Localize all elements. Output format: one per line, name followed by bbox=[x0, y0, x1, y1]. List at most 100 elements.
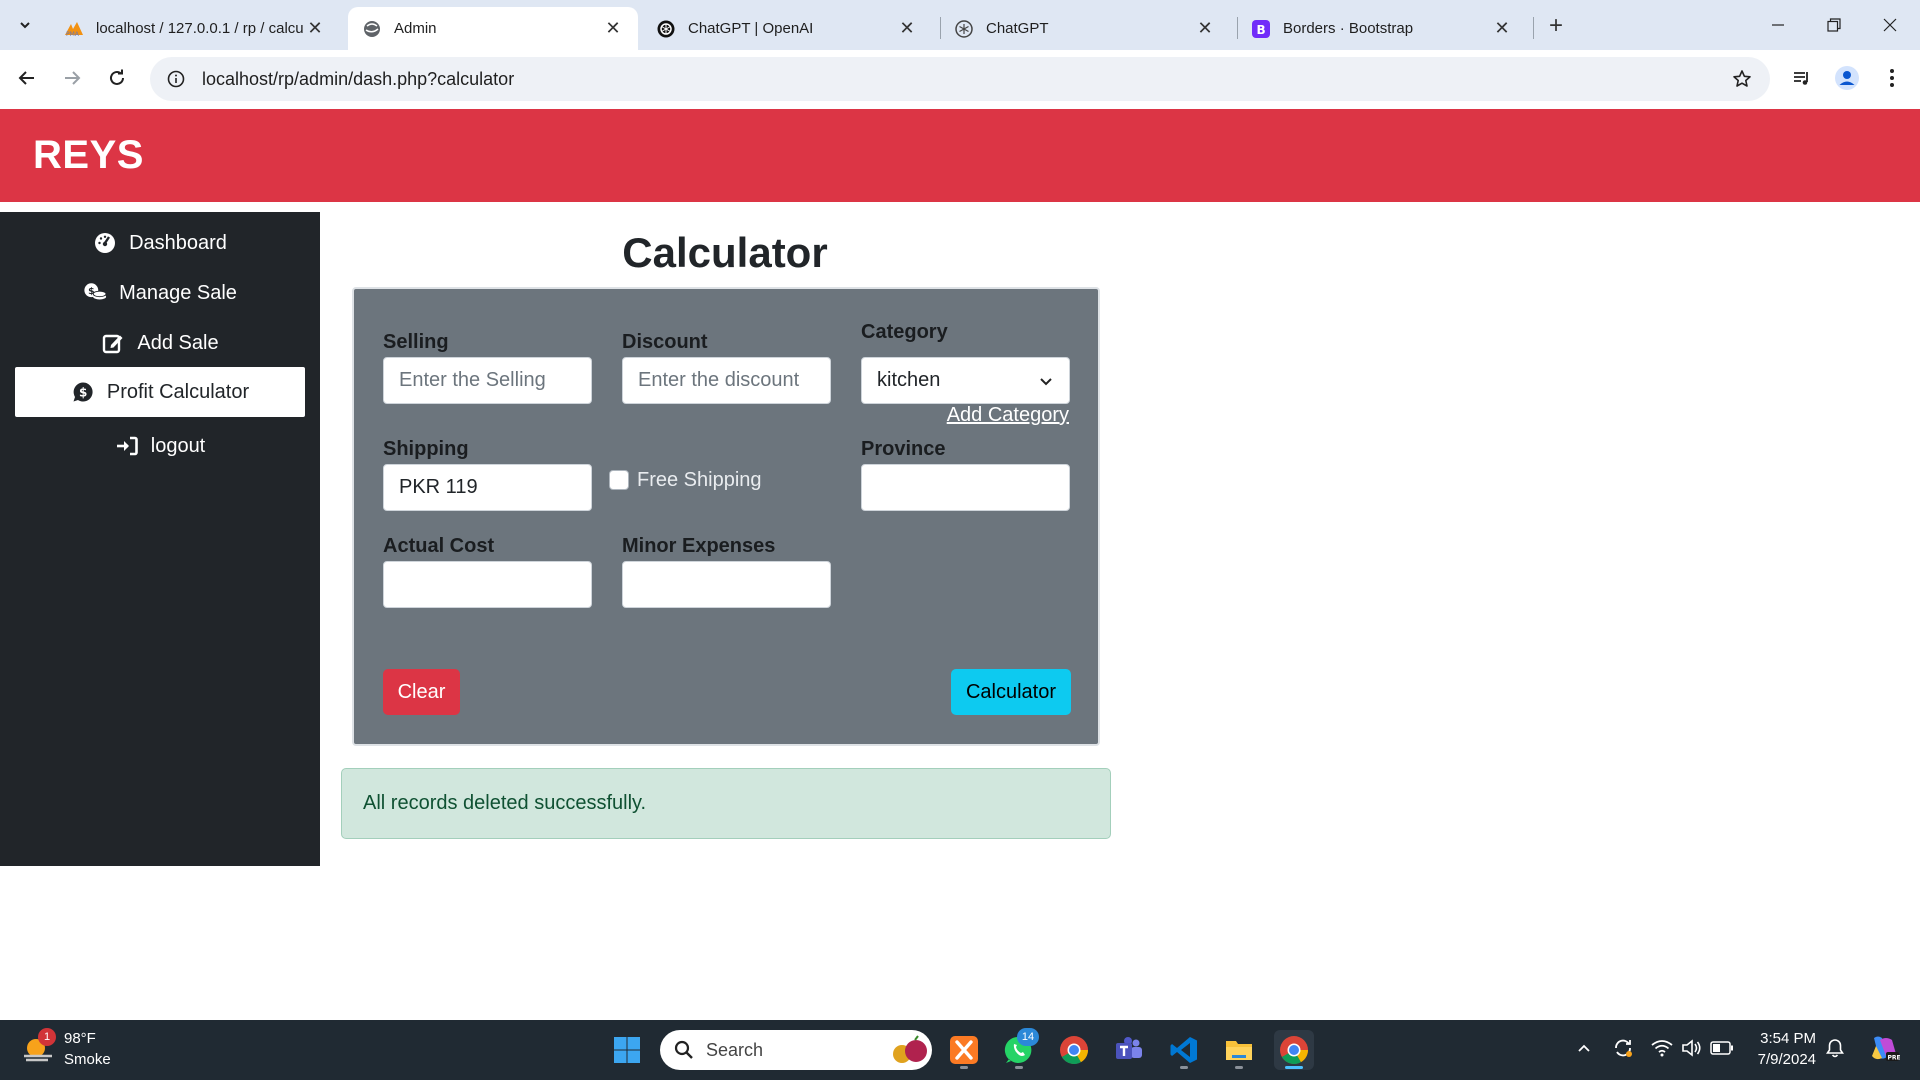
free-shipping-label[interactable]: Free Shipping bbox=[637, 469, 762, 492]
site-info-icon[interactable] bbox=[156, 57, 196, 101]
browser-toolbar: localhost/rp/admin/dash.php?calculator bbox=[0, 50, 1920, 109]
tray-battery[interactable] bbox=[1708, 1034, 1736, 1062]
taskbar-app-chrome-active[interactable] bbox=[1274, 1030, 1314, 1070]
running-indicator bbox=[960, 1066, 968, 1069]
sidebar-item-label: Add Sale bbox=[137, 331, 219, 354]
media-control-button[interactable] bbox=[1784, 60, 1820, 96]
tab-chatgpt[interactable]: ChatGPT ✕ bbox=[940, 7, 1230, 50]
taskbar-search[interactable]: Search bbox=[660, 1030, 932, 1070]
coins-icon: $ bbox=[83, 281, 107, 305]
close-window-button[interactable] bbox=[1862, 0, 1918, 50]
province-input[interactable] bbox=[861, 464, 1070, 511]
tab-phpmyadmin[interactable]: PMA localhost / 127.0.0.1 / rp / calcu ✕ bbox=[50, 7, 340, 50]
tab-title: Borders · Bootstrap bbox=[1283, 20, 1414, 37]
tab-close-icon[interactable]: ✕ bbox=[304, 18, 326, 40]
reload-button[interactable] bbox=[99, 60, 135, 96]
selling-input[interactable] bbox=[383, 357, 592, 404]
add-category-link[interactable]: Add Category bbox=[947, 404, 1069, 427]
tray-overflow-button[interactable] bbox=[1570, 1034, 1598, 1062]
running-indicator bbox=[1180, 1066, 1188, 1069]
tab-search-button[interactable] bbox=[8, 9, 42, 41]
tab-separator bbox=[1533, 17, 1534, 39]
notifications-button[interactable] bbox=[1821, 1034, 1849, 1062]
restore-icon bbox=[1827, 18, 1841, 32]
tab-title: ChatGPT bbox=[986, 20, 1049, 37]
tab-chatgpt-openai[interactable]: ChatGPT | OpenAI ✕ bbox=[642, 7, 932, 50]
minimize-button[interactable] bbox=[1750, 0, 1806, 50]
openai-icon bbox=[656, 19, 676, 39]
taskbar-app-teams[interactable] bbox=[1109, 1030, 1149, 1070]
tray-sync[interactable] bbox=[1609, 1034, 1637, 1062]
clear-button[interactable]: Clear bbox=[383, 669, 460, 715]
actual-cost-input[interactable] bbox=[383, 561, 592, 608]
svg-text:B: B bbox=[1257, 23, 1266, 37]
tab-title: ChatGPT | OpenAI bbox=[688, 20, 814, 37]
bookmark-star-icon[interactable] bbox=[1720, 57, 1764, 101]
sidebar: Dashboard $ Manage Sale Add Sale $ Profi… bbox=[0, 212, 320, 866]
media-queue-icon bbox=[1794, 72, 1808, 85]
chevron-down-icon bbox=[20, 22, 30, 29]
chrome-icon bbox=[1280, 1036, 1308, 1064]
taskbar-app-xampp[interactable] bbox=[944, 1030, 984, 1070]
browser-menu-button[interactable] bbox=[1874, 60, 1910, 96]
shipping-input[interactable] bbox=[383, 464, 592, 511]
tab-close-icon[interactable]: ✕ bbox=[896, 18, 918, 40]
start-button[interactable] bbox=[607, 1030, 647, 1070]
category-select[interactable]: kitchen bbox=[861, 357, 1070, 404]
bootstrap-icon: B bbox=[1251, 19, 1271, 39]
kebab-menu-icon bbox=[1890, 69, 1894, 87]
battery-icon bbox=[1710, 1041, 1733, 1055]
province-label: Province bbox=[861, 438, 946, 460]
vscode-icon bbox=[1170, 1037, 1197, 1063]
tab-close-icon[interactable]: ✕ bbox=[1194, 18, 1216, 40]
openai-icon bbox=[954, 19, 974, 39]
site-brand[interactable]: REYS bbox=[33, 133, 144, 178]
folder-icon bbox=[1226, 1041, 1252, 1060]
tab-bootstrap[interactable]: B Borders · Bootstrap ✕ bbox=[1237, 7, 1527, 50]
search-icon bbox=[674, 1040, 693, 1059]
chevron-up-icon bbox=[1578, 1044, 1590, 1052]
new-tab-button[interactable]: + bbox=[1542, 12, 1570, 40]
weather-badge: 1 bbox=[38, 1028, 56, 1046]
sidebar-item-manage-sale[interactable]: $ Manage Sale bbox=[15, 268, 305, 318]
profile-button[interactable] bbox=[1829, 60, 1865, 96]
sidebar-item-add-sale[interactable]: Add Sale bbox=[15, 318, 305, 368]
free-shipping-checkbox[interactable] bbox=[609, 470, 629, 490]
chevron-down-icon bbox=[1040, 377, 1052, 385]
tab-close-icon[interactable]: ✕ bbox=[1491, 18, 1513, 40]
sidebar-item-logout[interactable]: logout bbox=[15, 421, 305, 471]
discount-input[interactable] bbox=[622, 357, 831, 404]
url-text[interactable]: localhost/rp/admin/dash.php?calculator bbox=[202, 69, 1720, 90]
copilot-button[interactable]: PRE bbox=[1866, 1034, 1902, 1062]
speaker-icon bbox=[1682, 1039, 1701, 1057]
copilot-icon: PRE bbox=[1872, 1036, 1900, 1062]
forward-button[interactable] bbox=[54, 60, 90, 96]
tab-close-icon[interactable]: ✕ bbox=[602, 18, 624, 40]
avatar-icon bbox=[1835, 66, 1859, 90]
sidebar-item-profit-calculator[interactable]: $ Profit Calculator bbox=[15, 367, 305, 417]
discount-label: Discount bbox=[622, 331, 708, 353]
minor-expenses-input[interactable] bbox=[622, 561, 831, 608]
chrome-icon bbox=[1060, 1036, 1088, 1064]
calculator-form: Selling Discount Category kitchen Add Ca… bbox=[352, 287, 1100, 746]
restore-button[interactable] bbox=[1806, 0, 1862, 50]
weather-temp: 98°F bbox=[64, 1030, 96, 1047]
sidebar-item-label: Manage Sale bbox=[119, 281, 237, 304]
active-indicator bbox=[1285, 1066, 1303, 1069]
windows-taskbar: 1 98°F Smoke Search 14 3:54 PM 7/9/2024 … bbox=[0, 1020, 1920, 1080]
success-alert: All records deleted successfully. bbox=[341, 768, 1111, 839]
tab-admin[interactable]: Admin ✕ bbox=[348, 7, 638, 50]
tray-wifi[interactable] bbox=[1648, 1034, 1676, 1062]
calculator-button[interactable]: Calculator bbox=[951, 669, 1071, 715]
edit-icon bbox=[101, 331, 125, 355]
page-title: Calculator bbox=[622, 229, 828, 276]
back-button[interactable] bbox=[9, 60, 45, 96]
tray-volume[interactable] bbox=[1678, 1034, 1706, 1062]
address-bar[interactable]: localhost/rp/admin/dash.php?calculator bbox=[150, 57, 1770, 101]
running-indicator bbox=[1015, 1066, 1023, 1069]
sidebar-item-dashboard[interactable]: Dashboard bbox=[15, 218, 305, 268]
weather-desc: Smoke bbox=[64, 1051, 111, 1068]
taskbar-app-chrome[interactable] bbox=[1054, 1030, 1094, 1070]
taskbar-app-file-explorer[interactable] bbox=[1219, 1030, 1259, 1070]
taskbar-app-vscode[interactable] bbox=[1164, 1030, 1204, 1070]
